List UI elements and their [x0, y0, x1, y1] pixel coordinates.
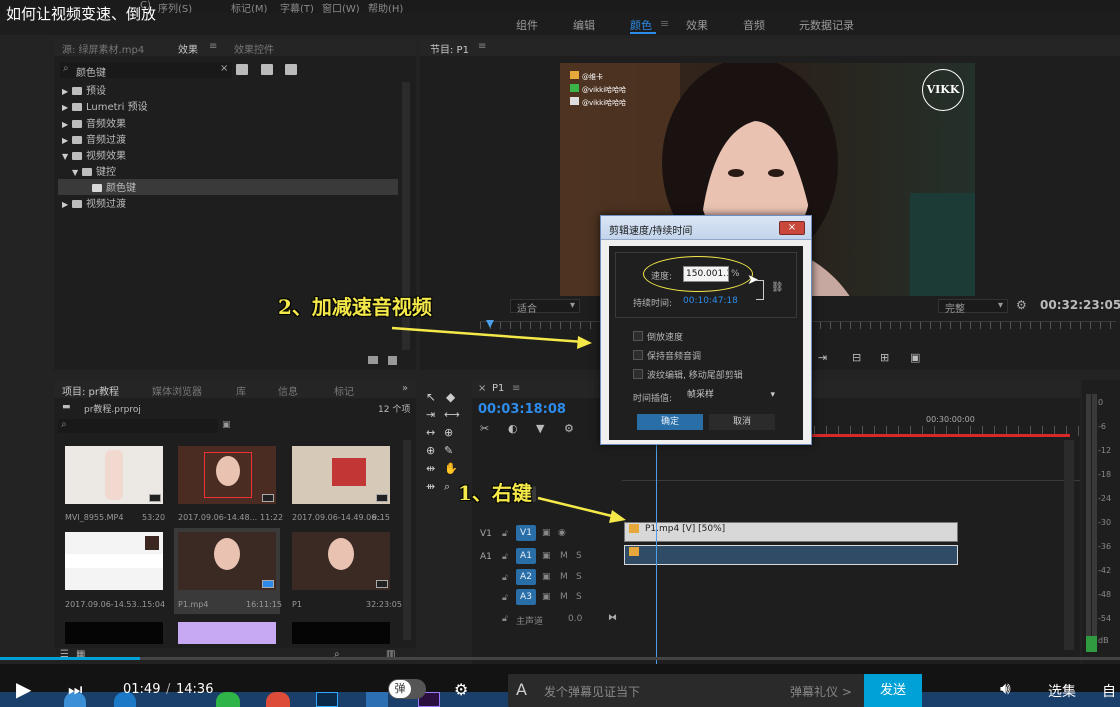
video-title: 如何让视频变速、倒放: [6, 5, 157, 23]
danmu-input[interactable]: 发个弹幕见证当下: [544, 683, 640, 700]
play-icon[interactable]: ▶: [16, 677, 31, 701]
explorer-icon: [366, 692, 388, 707]
wechat-taskbar-icon: [216, 692, 240, 707]
total-time: 14:36: [176, 682, 214, 697]
arrow-head: [577, 336, 592, 349]
progress-track[interactable]: [0, 657, 1120, 660]
danmu-input-box[interactable]: A 发个弹幕见证当下 弹幕礼仪 >: [508, 674, 864, 707]
auto-button[interactable]: 自: [1102, 681, 1116, 701]
progress-fill: [0, 657, 140, 660]
text-style-icon[interactable]: A: [516, 680, 527, 699]
danmu-etiquette-link[interactable]: 弹幕礼仪 >: [790, 683, 852, 700]
episodes-button[interactable]: 选集: [1048, 681, 1076, 701]
volume-icon[interactable]: 🔊︎: [1000, 679, 1011, 699]
danmu-toggle-knob: 弹: [389, 680, 411, 698]
annotation-arrows: [391, 326, 626, 523]
arrow-head: [609, 510, 626, 523]
arrow-to-clip: [537, 496, 617, 519]
danmu-settings-icon[interactable]: ⚙: [454, 680, 468, 699]
arrow-to-dialog: [391, 326, 585, 344]
current-time: 01:49: [123, 682, 161, 697]
send-button[interactable]: 发送: [864, 674, 922, 707]
time-separator: /: [166, 682, 171, 697]
chrome-icon: [266, 692, 290, 707]
danmu-toggle[interactable]: 弹: [388, 679, 426, 699]
photoshop-icon: [316, 692, 338, 707]
premiere-window: C) 序列(S) 标记(M) 字幕(T) 窗口(W) 帮助(H) 组件 编辑 颜…: [0, 0, 1120, 664]
next-icon[interactable]: ⏭: [68, 680, 82, 700]
